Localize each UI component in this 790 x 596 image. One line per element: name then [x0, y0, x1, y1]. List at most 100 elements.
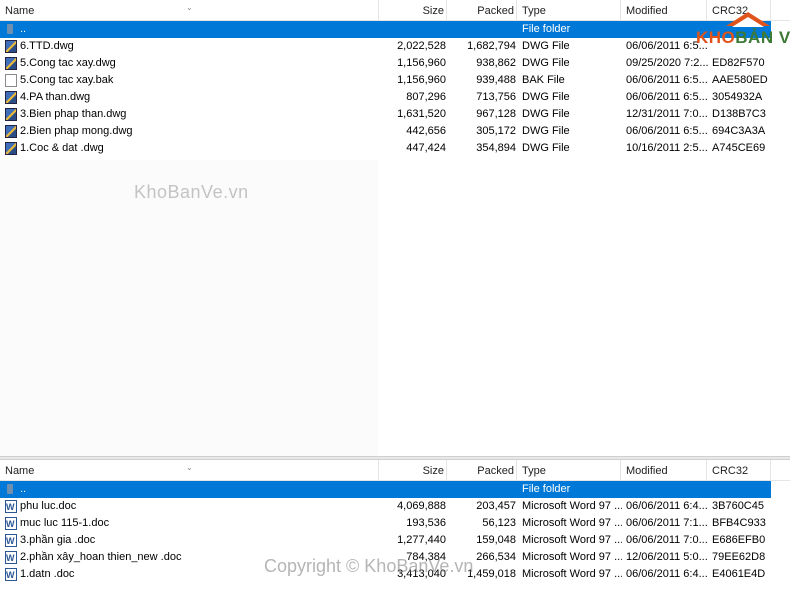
- file-crc32: 3B760C45: [712, 500, 764, 512]
- file-row[interactable]: 5.Cong tac xay.bak 1,156,960 939,488 BAK Fi…: [0, 72, 790, 89]
- file-type: DWG File: [522, 125, 570, 137]
- file-row[interactable]: muc luc 115-1.doc 193,536 56,123 Microsoft …: [0, 515, 790, 533]
- column-header-size[interactable]: Size: [378, 460, 447, 480]
- word-doc-icon: [5, 516, 17, 533]
- file-type: DWG File: [522, 142, 570, 154]
- file-row[interactable]: 2.Bien phap mong.dwg 442,656 305,172 DWG Fi…: [0, 123, 790, 140]
- file-type: DWG File: [522, 91, 570, 103]
- file-crc32: A745CE69: [712, 142, 766, 154]
- file-modified: 06/06/2011 6:5...: [626, 74, 708, 86]
- dwg-file-icon: [5, 40, 17, 53]
- column-header-type[interactable]: Type: [516, 460, 621, 480]
- file-row[interactable]: phu luc.doc 4,069,888 203,457 Microsoft Wor…: [0, 498, 790, 516]
- dwg-file-icon: [5, 125, 17, 138]
- file-modified: 06/06/2011 6:5...: [626, 125, 708, 137]
- file-type: DWG File: [522, 57, 570, 69]
- file-type: DWG File: [522, 40, 570, 52]
- khobanve-logo: KHOBẢN VẼ: [692, 12, 790, 52]
- file-crc32: E686EFB0: [712, 534, 766, 546]
- file-type: BAK File: [522, 74, 565, 86]
- file-name: 1.Coc & dat .dwg: [20, 142, 104, 154]
- file-modified: 12/06/2011 5:0...: [626, 551, 708, 563]
- file-size: 193,536: [406, 517, 446, 529]
- file-packed-size: 159,048: [476, 534, 516, 546]
- file-type: Microsoft Word 97 ...: [522, 500, 622, 512]
- word-doc-icon: [5, 550, 17, 567]
- watermark-copyright: Copyright © KhoBanVe.vn: [264, 556, 474, 576]
- file-row[interactable]: 1.Coc & dat .dwg 447,424 354,894 DWG File 10…: [0, 140, 790, 157]
- file-name: 3.phần gia .doc: [20, 534, 96, 546]
- file-name: 2.Bien phap mong.dwg: [20, 125, 133, 137]
- list-background: [0, 160, 378, 456]
- file-packed-size: 713,756: [476, 91, 516, 103]
- file-size: 4,069,888: [397, 500, 446, 512]
- file-modified: 12/31/2011 7:0...: [626, 108, 708, 120]
- file-crc32: AAE580ED: [712, 74, 768, 86]
- file-size: 807,296: [406, 91, 446, 103]
- column-header-modified[interactable]: Modified: [620, 460, 707, 480]
- file-crc32: ED82F570: [712, 57, 765, 69]
- file-packed-size: 203,457: [476, 500, 516, 512]
- file-packed-size: 938,862: [476, 57, 516, 69]
- file-modified: 09/25/2020 7:2...: [626, 57, 708, 69]
- word-doc-icon: [5, 567, 17, 584]
- file-modified: 06/06/2011 7:0...: [626, 534, 708, 546]
- column-header-size[interactable]: Size: [378, 0, 447, 20]
- file-name: 6.TTD.dwg: [20, 40, 74, 52]
- column-header-top: Name ⌄ Size Packed Type Modified CRC32: [0, 0, 790, 21]
- file-size: 2,022,528: [397, 40, 446, 52]
- sort-chevron-icon: ⌄: [186, 3, 193, 12]
- file-type: Microsoft Word 97 ...: [522, 568, 622, 580]
- dwg-file-icon: [5, 91, 17, 104]
- parent-folder-icon: [7, 24, 13, 34]
- file-packed-size: 56,123: [482, 517, 516, 529]
- file-name: phu luc.doc: [20, 500, 77, 512]
- file-packed-size: 354,894: [476, 142, 516, 154]
- parent-folder-row[interactable]: .. File folder: [0, 21, 771, 38]
- file-crc32: 79EE62D8: [712, 551, 766, 563]
- dwg-file-icon: [5, 108, 17, 121]
- file-packed-size: 305,172: [476, 125, 516, 137]
- file-type: DWG File: [522, 108, 570, 120]
- dwg-file-icon: [5, 57, 17, 70]
- bak-file-icon: [5, 74, 17, 87]
- file-type: Microsoft Word 97 ...: [522, 534, 622, 546]
- file-modified: 06/06/2011 7:1...: [626, 517, 708, 529]
- file-size: 1,156,960: [397, 57, 446, 69]
- file-row[interactable]: 6.TTD.dwg 2,022,528 1,682,794 DWG File 06/06…: [0, 38, 790, 55]
- column-header-bottom: Name ⌄ Size Packed Type Modified CRC32: [0, 460, 790, 481]
- file-type: Microsoft Word 97 ...: [522, 517, 622, 529]
- column-header-type[interactable]: Type: [516, 0, 621, 20]
- file-crc32: 3054932A: [712, 91, 763, 103]
- column-header-packed[interactable]: Packed: [446, 0, 517, 20]
- sort-chevron-icon: ⌄: [186, 463, 193, 472]
- file-row[interactable]: 5.Cong tac xay.dwg 1,156,960 938,862 DWG Fi…: [0, 55, 790, 72]
- file-size: 1,631,520: [397, 108, 446, 120]
- file-row[interactable]: 3.Bien phap than.dwg 1,631,520 967,128 DWG …: [0, 106, 790, 123]
- file-crc32: 694C3A3A: [712, 125, 766, 137]
- file-size: 1,156,960: [397, 74, 446, 86]
- file-packed-size: 1,682,794: [467, 40, 516, 52]
- file-size: 442,656: [406, 125, 446, 137]
- top-file-list-pane[interactable]: Name ⌄ Size Packed Type Modified CRC32 ..…: [0, 0, 790, 456]
- file-row[interactable]: 4.PA than.dwg 807,296 713,756 DWG File 06/06…: [0, 89, 790, 106]
- file-name: 5.Cong tac xay.dwg: [20, 57, 116, 69]
- file-crc32: BFB4C933: [712, 517, 766, 529]
- column-header-packed[interactable]: Packed: [446, 460, 517, 480]
- watermark-center: KhoBanVe.vn: [134, 182, 249, 202]
- column-header-name[interactable]: Name ⌄: [0, 0, 379, 20]
- column-header-crc32[interactable]: CRC32: [706, 460, 771, 480]
- file-type: Microsoft Word 97 ...: [522, 551, 622, 563]
- file-modified: 10/16/2011 2:5...: [626, 142, 708, 154]
- file-size: 1,277,440: [397, 534, 446, 546]
- file-modified: 06/06/2011 6:5...: [626, 91, 708, 103]
- file-name: muc luc 115-1.doc: [20, 517, 110, 529]
- parent-folder-row[interactable]: .. File folder: [0, 481, 771, 498]
- file-packed-size: 939,488: [476, 74, 516, 86]
- word-doc-icon: [5, 499, 17, 516]
- dwg-file-icon: [5, 142, 17, 155]
- file-row[interactable]: 3.phần gia .doc 1,277,440 159,048 Microsoft…: [0, 532, 790, 550]
- file-modified: 06/06/2011 6:4...: [626, 500, 708, 512]
- column-header-name[interactable]: Name ⌄: [0, 460, 379, 480]
- file-packed-size: 967,128: [476, 108, 516, 120]
